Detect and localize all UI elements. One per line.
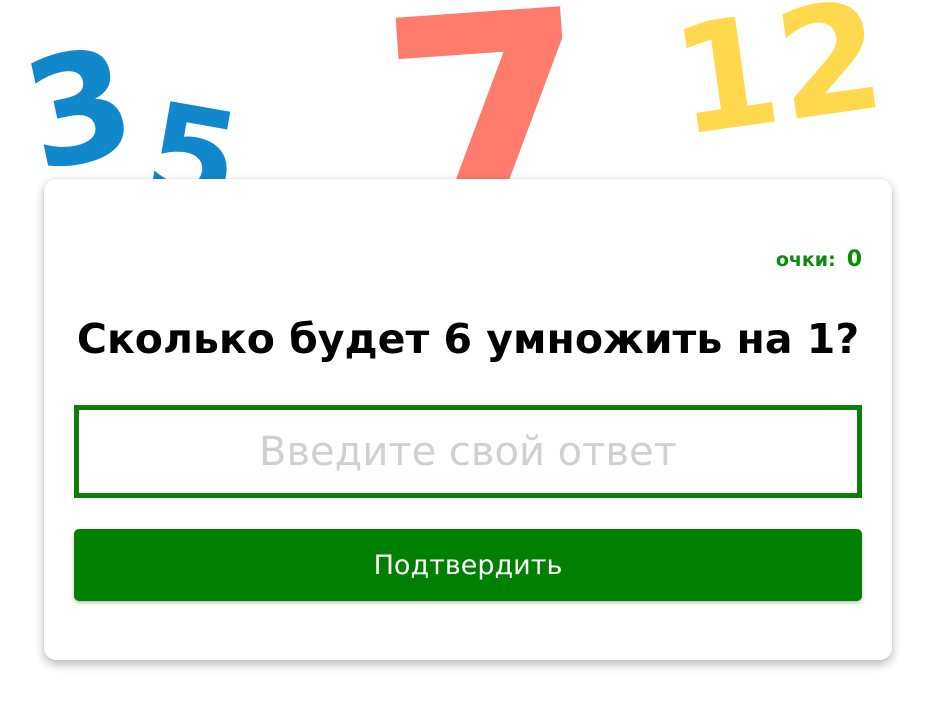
decorative-number-3-text: 3	[10, 14, 148, 206]
submit-button[interactable]: Подтвердить	[74, 529, 862, 601]
question-text: Сколько будет 6 умножить на 1?	[76, 315, 860, 363]
quiz-card: очки: 0 Сколько будет 6 умножить на 1? П…	[44, 179, 892, 660]
decorative-number-12-text: 12	[662, 0, 893, 170]
decorative-number-12: 12	[662, 0, 893, 170]
score-value: 0	[846, 247, 862, 272]
score-display: очки: 0	[776, 247, 862, 272]
decorative-number-3: 3	[10, 14, 148, 206]
answer-input[interactable]	[74, 405, 862, 498]
score-label: очки:	[775, 249, 836, 271]
